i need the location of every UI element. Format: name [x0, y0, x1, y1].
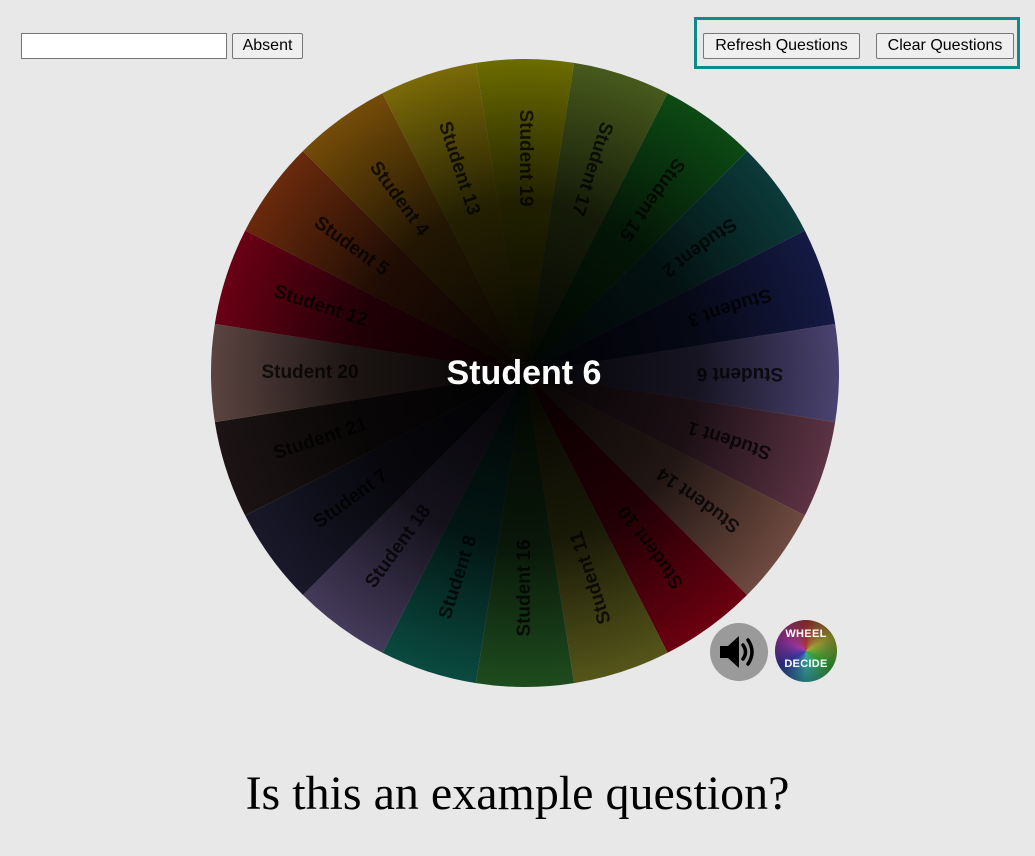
winner-label: Student 6 — [446, 354, 602, 392]
wheel-segment-label: Student 20 — [261, 362, 358, 383]
wheel-segment-label: Student 6 — [697, 363, 784, 384]
logo-text-top: WHEEL — [785, 628, 827, 640]
wheel-decide-logo[interactable]: WHEEL DECIDE — [775, 620, 837, 682]
question-text: Is this an example question? — [245, 767, 790, 820]
logo-text-bottom: DECIDE — [784, 658, 828, 670]
wheel-segment-label: Student 19 — [515, 109, 536, 206]
spinner-wheel[interactable]: Student 6Student 1Student 14Student 10St… — [0, 0, 1035, 856]
wheel-segment-label: Student 16 — [514, 539, 535, 636]
speaker-icon[interactable] — [710, 623, 768, 681]
